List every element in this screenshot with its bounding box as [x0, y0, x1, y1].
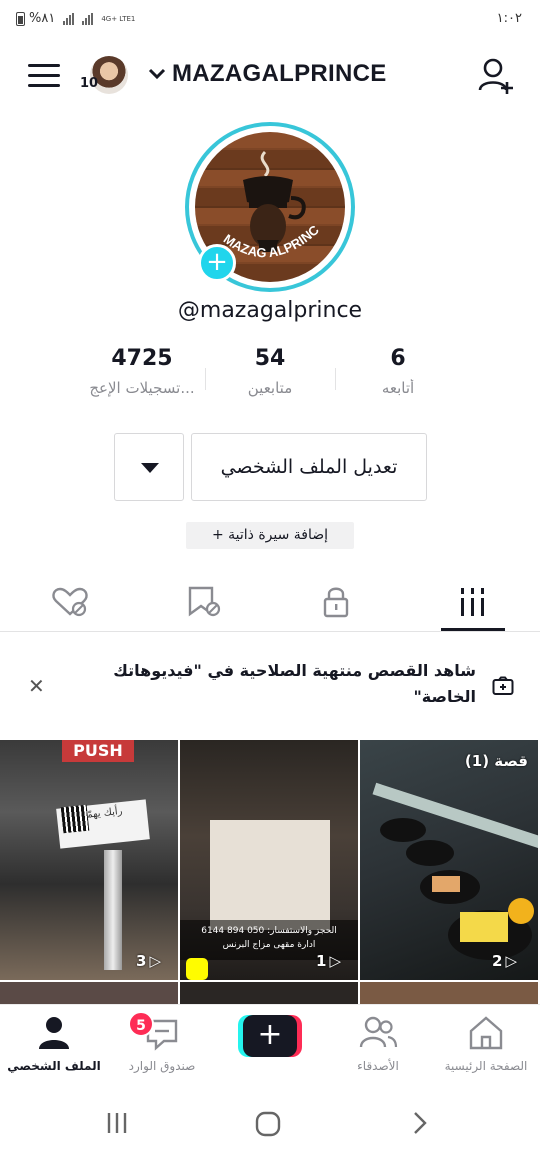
- door-handle: [104, 850, 122, 970]
- video-thumbnail[interactable]: [360, 982, 538, 1004]
- following-count: 6: [390, 346, 406, 371]
- menu-icon[interactable]: [28, 64, 60, 88]
- push-sign: PUSH: [62, 740, 134, 762]
- bottom-nav: الملف الشخصي صندوق الوارد 5 + الأصدقاء ا…: [0, 1004, 540, 1082]
- nav-inbox-label: صندوق الوارد: [128, 1059, 196, 1073]
- video-grid: PUSH رأيك يهمّنا 3 ▷ الحجز والاستفسار: 05…: [0, 740, 540, 1004]
- nav-friends[interactable]: الأصدقاء: [324, 1013, 432, 1073]
- battery-level: %٨١: [29, 11, 56, 26]
- svg-text:MAZAG ALPRINCE: MAZAG ALPRINCE: [195, 132, 322, 260]
- videos-grid-tab-icon[interactable]: [451, 584, 495, 620]
- plus-icon: +: [243, 1015, 297, 1057]
- video-thumbnail[interactable]: قصة (1) 2 ▷: [360, 740, 538, 980]
- friends-icon: [359, 1016, 398, 1048]
- play-icon: ▷: [505, 952, 517, 970]
- cake-slice: [432, 876, 460, 892]
- counter-display: [210, 820, 330, 930]
- status-bar: %٨١ 4G+ LTE1 ١:٠٢: [0, 0, 540, 40]
- signal-icon: [63, 12, 75, 25]
- logo-text: MAZAG ALPRINCE: [195, 132, 322, 260]
- back-icon[interactable]: [408, 1110, 432, 1136]
- view-count-value: 3: [136, 952, 147, 970]
- nav-profile[interactable]: الملف الشخصي: [0, 1013, 108, 1073]
- recent-apps-icon[interactable]: [104, 1110, 130, 1136]
- view-count: 3 ▷: [136, 952, 161, 970]
- nav-home-label: الصفحة الرئيسية: [444, 1059, 528, 1073]
- camera-plus-icon: [492, 676, 514, 695]
- snapchat-icon: [186, 958, 208, 980]
- create-button[interactable]: +: [238, 1015, 302, 1057]
- add-user-icon[interactable]: [476, 56, 516, 96]
- favorites-tab-icon[interactable]: [182, 584, 226, 620]
- clock: ١:٠٢: [496, 11, 522, 26]
- profile-header: 10 MAZAGALPRINCE: [0, 48, 540, 104]
- following-label: أتابعه: [381, 379, 415, 397]
- edit-profile-button[interactable]: تعديل الملف الشخصي: [191, 433, 427, 501]
- notification-count: 10: [80, 76, 99, 91]
- view-count-value: 1: [316, 952, 327, 970]
- fruit-garnish: [508, 898, 534, 924]
- view-count: 2 ▷: [492, 952, 517, 970]
- battery-icon: [16, 11, 25, 26]
- plate: [406, 840, 454, 866]
- nav-profile-label: الملف الشخصي: [7, 1059, 101, 1073]
- more-options-button[interactable]: [114, 433, 184, 501]
- play-icon: ▷: [329, 952, 341, 970]
- play-icon: ▷: [149, 952, 161, 970]
- content-tabs: [0, 572, 540, 632]
- add-bio-button[interactable]: + إضافة سيرة ذاتية: [186, 522, 354, 549]
- plate: [380, 818, 426, 842]
- video-thumbnail[interactable]: [180, 982, 358, 1004]
- caret-down-icon: [141, 463, 159, 473]
- liked-videos-tab-icon[interactable]: [48, 584, 92, 620]
- video-thumbnail[interactable]: الحجز والاستفسار: 050 894 6144 ادارة مقه…: [180, 740, 358, 980]
- add-story-button[interactable]: +: [198, 244, 236, 282]
- profile-icon: [39, 1017, 69, 1049]
- system-nav: [0, 1090, 540, 1160]
- view-count: 1 ▷: [316, 952, 341, 970]
- likes-stat[interactable]: 4725 تسجيلات الإعج...: [72, 346, 212, 397]
- inbox-badge: 5: [128, 1011, 154, 1037]
- cake-slice: [460, 912, 508, 942]
- view-count-value: 2: [492, 952, 503, 970]
- profile-handle: @mazagalprince: [177, 298, 363, 323]
- lock-tab-icon[interactable]: [314, 584, 358, 620]
- close-icon[interactable]: ✕: [28, 674, 45, 698]
- likes-count: 4725: [111, 346, 173, 371]
- contact-caption-line1: الحجز والاستفسار: 050 894 6144: [201, 926, 337, 936]
- active-tab-indicator: [441, 628, 505, 631]
- following-stat[interactable]: 6 أتابعه: [328, 346, 468, 397]
- followers-label: متابعين: [247, 379, 293, 397]
- network-type: 4G+ LTE1: [101, 14, 136, 23]
- account-switcher[interactable]: MAZAGALPRINCE: [148, 60, 387, 88]
- followers-stat[interactable]: 54 متابعين: [200, 346, 340, 397]
- profile-stats: 4725 تسجيلات الإعج... 54 متابعين 6 أتابع…: [0, 346, 540, 410]
- likes-label: تسجيلات الإعج...: [89, 379, 195, 397]
- video-thumbnail[interactable]: PUSH رأيك يهمّنا 3 ▷: [0, 740, 178, 980]
- home-icon: [469, 1016, 503, 1050]
- stories-banner[interactable]: ✕ شاهد القصص منتهية الصلاحية في "فيديوها…: [0, 640, 540, 732]
- account-name: MAZAGALPRINCE: [172, 60, 387, 87]
- banner-text: شاهد القصص منتهية الصلاحية في "فيديوهاتك…: [113, 661, 476, 706]
- qr-code-icon: [60, 804, 90, 834]
- story-label: قصة (1): [464, 752, 528, 770]
- signal-icon-2: [82, 12, 94, 25]
- status-left: %٨١ 4G+ LTE1: [16, 11, 135, 26]
- contact-caption-line2: ادارة مقهى مزاج البرنس: [222, 940, 316, 950]
- nav-friends-label: الأصدقاء: [357, 1059, 399, 1073]
- video-thumbnail[interactable]: [0, 982, 178, 1004]
- nav-home[interactable]: الصفحة الرئيسية: [432, 1013, 540, 1073]
- chevron-down-icon: [148, 68, 166, 80]
- nav-inbox[interactable]: صندوق الوارد: [108, 1013, 216, 1073]
- home-button-icon[interactable]: [254, 1110, 282, 1138]
- followers-count: 54: [254, 346, 286, 371]
